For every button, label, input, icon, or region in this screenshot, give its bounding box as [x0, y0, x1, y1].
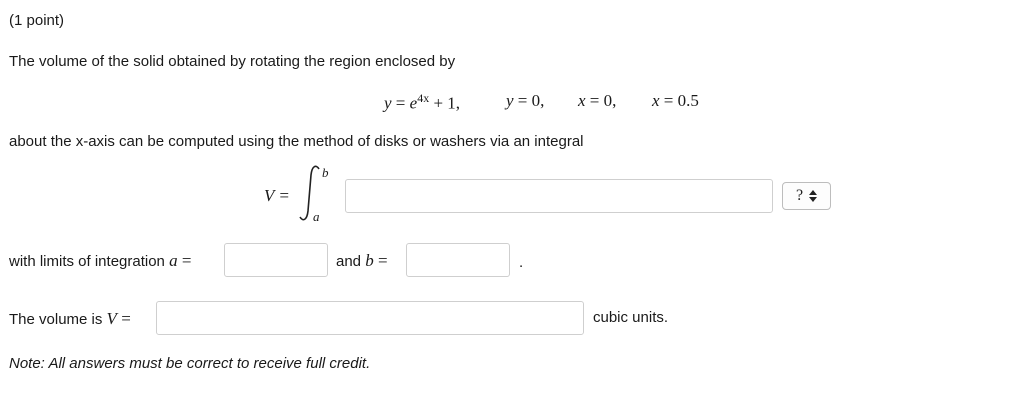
limits-period: .	[519, 254, 524, 271]
updown-arrows-icon	[809, 190, 818, 202]
limits-label: with limits of integration a =	[9, 251, 192, 270]
volume-input[interactable]	[156, 301, 584, 335]
help-button[interactable]: ?	[782, 182, 831, 210]
equation-curve: y = e4x + 1,	[384, 91, 461, 113]
credit-note: Note: All answers must be correct to rec…	[9, 355, 371, 372]
equation-x-zero: x = 0,	[578, 91, 617, 110]
integral-lower-limit: a	[313, 209, 320, 224]
points-label: (1 point)	[9, 12, 65, 29]
integral-upper-limit: b	[322, 165, 329, 180]
equation-x-half: x = 0.5	[652, 91, 699, 110]
lower-limit-input[interactable]	[224, 243, 328, 277]
volume-label: The volume is V =	[9, 309, 131, 328]
help-label: ?	[795, 187, 804, 204]
volume-integral-lhs: V =	[264, 186, 290, 205]
integrand-input[interactable]	[345, 179, 773, 213]
problem-intro: The volume of the solid obtained by rota…	[9, 53, 456, 70]
and-b-label: and b =	[336, 251, 388, 270]
method-text: about the x-axis can be computed using t…	[9, 133, 584, 150]
volume-units: cubic units.	[593, 309, 669, 326]
upper-limit-input[interactable]	[406, 243, 510, 277]
equation-y-zero: y = 0,	[506, 91, 545, 110]
